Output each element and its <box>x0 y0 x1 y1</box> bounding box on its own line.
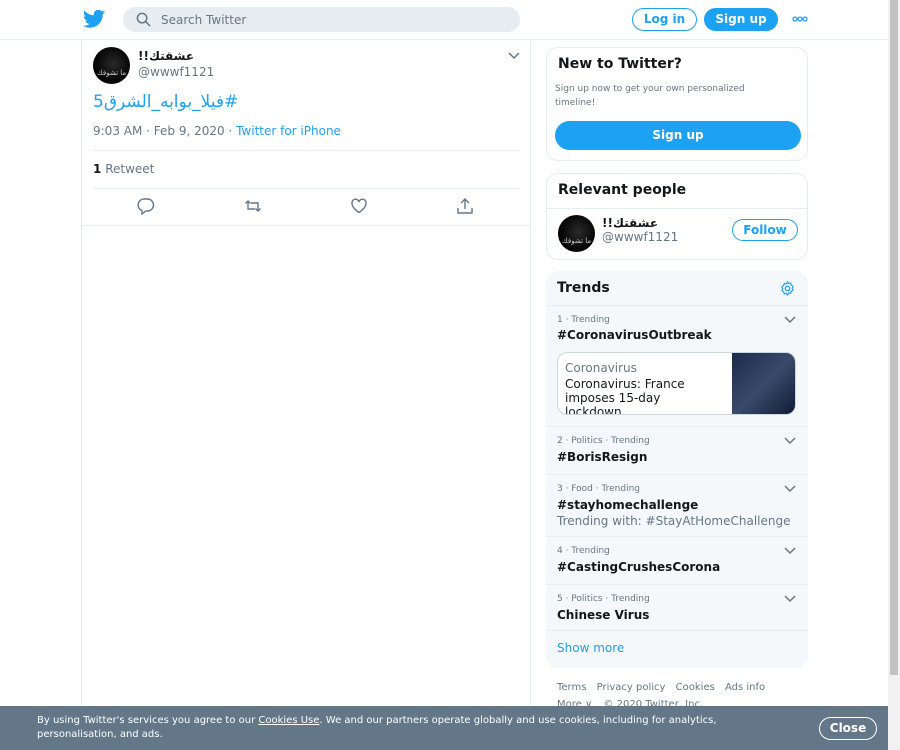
avatar-caption: عشقتك قبل ما تشوفك <box>97 69 130 77</box>
divider <box>93 188 520 189</box>
avatar[interactable]: عشقتك قبل ما تشوفك <box>93 47 130 84</box>
tweet-text[interactable]: #فيلا_بوابه_الشرق5 <box>93 92 243 112</box>
tweet-source-link[interactable]: Twitter for iPhone <box>236 124 341 138</box>
search-input[interactable] <box>161 9 501 30</box>
news-category: Coronavirus <box>565 361 637 375</box>
divider <box>93 150 520 151</box>
trend-name[interactable]: Chinese Virus <box>557 608 649 622</box>
card-title: Trends <box>557 280 610 296</box>
trend-item[interactable]: 4 · Trending #CastingCrushesCorona <box>546 536 808 584</box>
relevant-people-card: Relevant people عشقتك قبل ما تشوفك !!عشق… <box>546 173 808 260</box>
divider <box>547 208 807 209</box>
login-button[interactable]: Log in <box>632 8 697 31</box>
trend-context: 2 · Politics · Trending <box>557 436 650 446</box>
trend-related: Trending with: #StayAtHomeChallenge <box>557 514 791 528</box>
trend-item[interactable]: 3 · Food · Trending #stayhomechallenge T… <box>546 474 808 536</box>
trend-name[interactable]: #CoronavirusOutbreak <box>557 328 712 342</box>
scrollbar-thumb[interactable] <box>890 0 898 675</box>
news-card[interactable]: Coronavirus Coronavirus: France imposes … <box>557 352 796 415</box>
share-icon[interactable] <box>456 197 474 215</box>
footer-link-ads[interactable]: Ads info <box>725 682 765 693</box>
show-more-row[interactable]: Show more <box>546 630 808 668</box>
footer-links: Terms Privacy policy Cookies Ads info <box>557 682 807 693</box>
trends-card: Trends 1 · Trending #CoronavirusOutbreak… <box>546 271 808 668</box>
cookie-banner: By using Twitter's services you agree to… <box>0 706 888 750</box>
retweet-count: 1 <box>93 162 102 176</box>
trend-context: 3 · Food · Trending <box>557 484 641 494</box>
signup-button[interactable]: Sign up <box>704 8 778 31</box>
follow-button[interactable]: Follow <box>732 219 798 241</box>
footer-link-terms[interactable]: Terms <box>557 682 586 693</box>
author-name[interactable]: !!عشقتك <box>138 49 194 63</box>
cookie-close-button[interactable]: Close <box>819 717 877 740</box>
trend-name[interactable]: #BorisResign <box>557 450 647 464</box>
cookie-text: By using Twitter's services you agree to… <box>37 714 797 742</box>
trend-name[interactable]: #stayhomechallenge <box>557 498 698 512</box>
trend-item[interactable]: 1 · Trending #CoronavirusOutbreak Corona… <box>546 305 808 426</box>
card-title: New to Twitter? <box>558 56 682 72</box>
page: Log in Sign up عشقتك قبل ما تشوفك !!عشقت… <box>0 0 888 750</box>
search-icon <box>136 12 151 27</box>
cookies-use-link[interactable]: Cookies Use <box>258 715 319 726</box>
twitter-logo-icon[interactable] <box>83 9 105 29</box>
tweet-time[interactable]: 9:03 AM · Feb 9, 2020 · <box>93 124 236 138</box>
author-handle[interactable]: @wwwf1121 <box>138 65 214 79</box>
trend-name[interactable]: #CastingCrushesCorona <box>557 560 720 574</box>
divider <box>82 225 530 226</box>
news-headline: Coronavirus: France imposes 15-day lockd… <box>565 377 685 415</box>
tweet-meta: 9:03 AM · Feb 9, 2020 · Twitter for iPho… <box>93 124 341 138</box>
retweet-stats[interactable]: 1 Retweet <box>93 162 154 176</box>
more-options-icon[interactable] <box>792 16 808 22</box>
retweet-icon[interactable] <box>244 197 262 215</box>
search-box[interactable] <box>123 7 520 32</box>
avatar[interactable]: عشقتك قبل ما تشوفك <box>558 215 595 252</box>
news-thumbnail <box>732 353 795 414</box>
cookie-text-before: By using Twitter's services you agree to… <box>37 715 259 726</box>
show-more-link[interactable]: Show more <box>557 641 624 655</box>
relevant-person-name[interactable]: !!عشقتك <box>602 216 658 230</box>
chevron-down-icon[interactable] <box>508 52 520 60</box>
trend-item[interactable]: 5 · Politics · Trending Chinese Virus <box>546 584 808 630</box>
main-column: عشقتك قبل ما تشوفك !!عشقتك @wwwf1121 #في… <box>81 40 531 750</box>
chevron-down-icon[interactable] <box>784 595 796 603</box>
sidebar-signup-button[interactable]: Sign up <box>555 121 801 150</box>
chevron-down-icon[interactable] <box>784 316 796 324</box>
card-subtitle: Sign up now to get your own personalized… <box>555 84 745 108</box>
trend-context: 4 · Trending <box>557 546 610 556</box>
chevron-down-icon[interactable] <box>784 437 796 445</box>
like-icon[interactable] <box>350 197 368 215</box>
tweet-actions <box>82 197 530 217</box>
footer-link-privacy[interactable]: Privacy policy <box>597 682 666 693</box>
trend-context: 1 · Trending <box>557 315 610 325</box>
top-bar: Log in Sign up <box>0 0 888 40</box>
chevron-down-icon[interactable] <box>784 547 796 555</box>
trend-item[interactable]: 2 · Politics · Trending #BorisResign <box>546 426 808 474</box>
reply-icon[interactable] <box>137 197 155 215</box>
avatar-caption: عشقتك قبل ما تشوفك <box>562 237 595 245</box>
trend-context: 5 · Politics · Trending <box>557 594 650 604</box>
gear-icon[interactable] <box>779 280 796 297</box>
chevron-down-icon[interactable] <box>784 485 796 493</box>
relevant-person-handle[interactable]: @wwwf1121 <box>602 230 678 244</box>
footer-link-cookies[interactable]: Cookies <box>676 682 715 693</box>
card-title: Relevant people <box>558 182 687 198</box>
new-to-twitter-card: New to Twitter? Sign up now to get your … <box>546 47 808 161</box>
retweet-label: Retweet <box>105 162 155 176</box>
